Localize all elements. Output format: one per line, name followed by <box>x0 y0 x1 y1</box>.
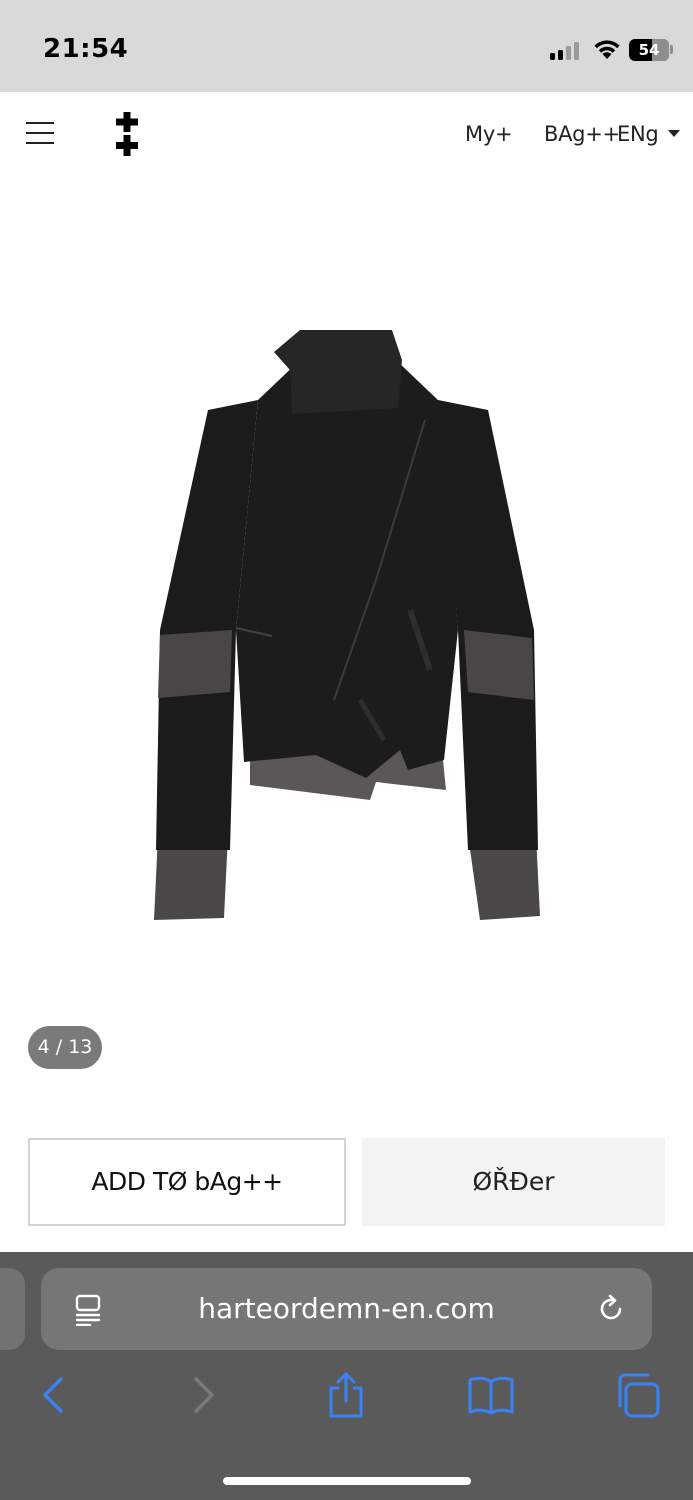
forward-icon[interactable] <box>178 1370 228 1420</box>
bag-link[interactable]: BAg++ <box>544 122 620 146</box>
battery-level: 54 <box>638 41 660 59</box>
brand-logo-icon[interactable] <box>115 112 139 156</box>
tabs-icon[interactable] <box>612 1370 662 1420</box>
my-account-link[interactable]: My+ <box>465 122 513 146</box>
back-icon[interactable] <box>29 1370 79 1420</box>
caret-down-icon <box>668 129 681 137</box>
image-counter-badge: 4 / 13 <box>28 1026 102 1069</box>
reload-icon[interactable] <box>596 1294 626 1324</box>
order-button[interactable]: ØŘĐer <box>362 1138 665 1226</box>
address-bar[interactable]: harteordemn-en.com <box>41 1268 652 1350</box>
home-indicator <box>223 1477 471 1485</box>
share-icon[interactable] <box>321 1370 371 1420</box>
site-header: My+ BAg++ ENg <box>0 92 693 180</box>
battery-icon: 54 <box>629 39 669 61</box>
previous-tab-edge[interactable] <box>0 1268 25 1350</box>
wifi-icon <box>594 40 620 59</box>
hamburger-menu-icon[interactable] <box>26 122 54 144</box>
product-jacket-image[interactable] <box>140 330 552 950</box>
status-time: 21:54 <box>43 34 129 64</box>
product-gallery[interactable]: 4 / 13 <box>0 180 693 1120</box>
cellular-signal-icon <box>550 42 582 60</box>
url-text[interactable]: harteordemn-en.com <box>41 1268 652 1350</box>
product-action-bar: ADD TØ bAg++ ØŘĐer <box>0 1120 693 1252</box>
bookmarks-icon[interactable] <box>466 1370 516 1420</box>
language-label: ENg <box>617 122 659 146</box>
add-to-bag-button[interactable]: ADD TØ bAg++ <box>28 1138 346 1226</box>
language-selector[interactable]: ENg <box>617 122 681 146</box>
status-bar: 21:54 54 <box>0 0 693 92</box>
